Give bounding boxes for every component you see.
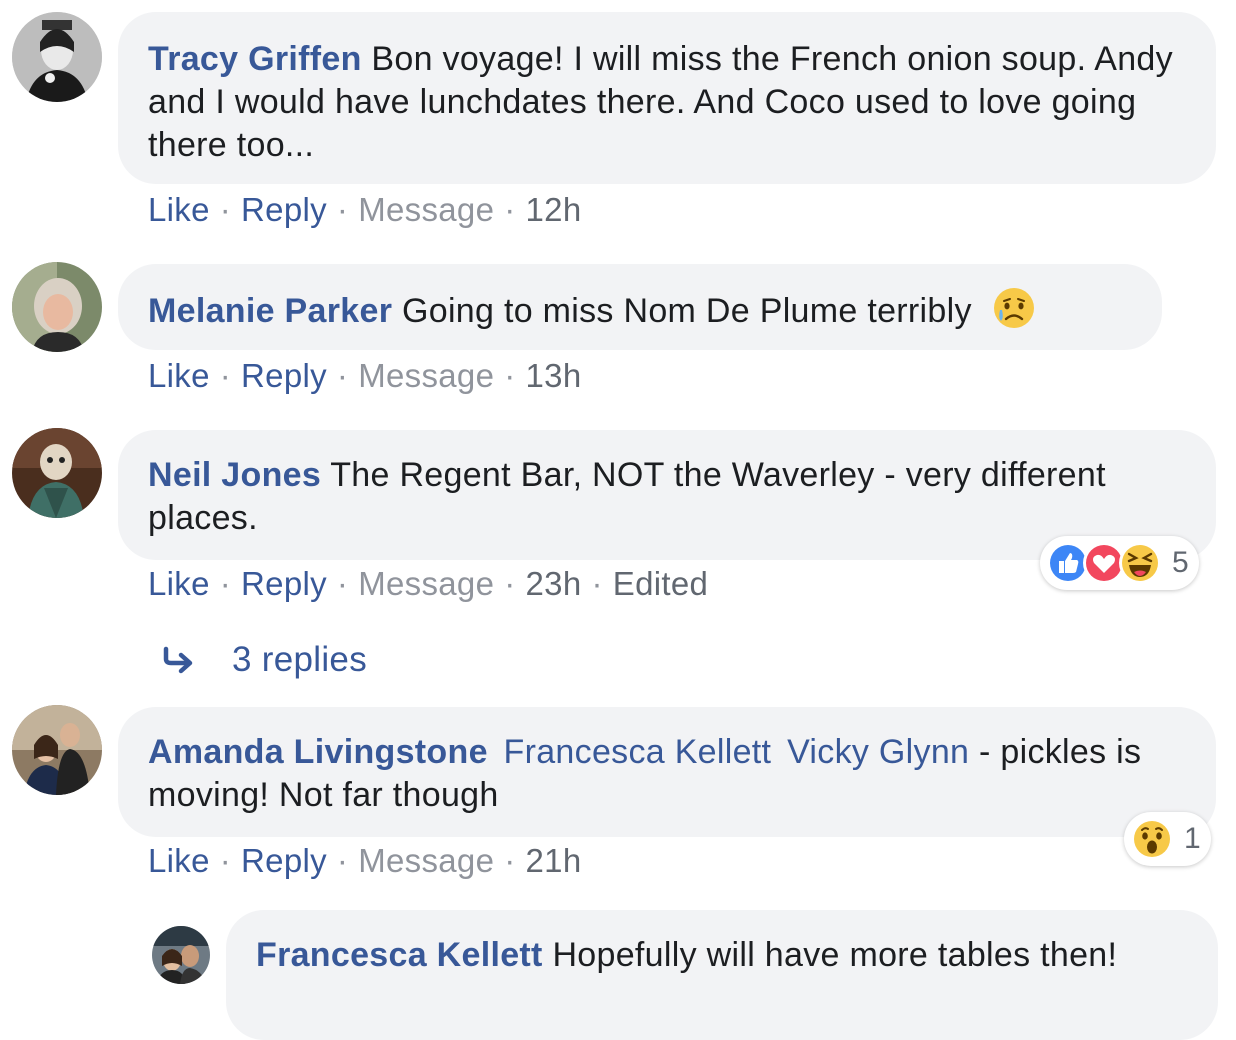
haha-icon: [1119, 542, 1161, 584]
comment-author[interactable]: Francesca Kellett: [256, 936, 543, 974]
edited-label[interactable]: Edited: [613, 565, 708, 602]
mention-link[interactable]: Francesca Kellett: [504, 733, 772, 771]
avatar[interactable]: [12, 705, 102, 795]
separator: ·: [504, 565, 516, 602]
separator: ·: [591, 565, 603, 602]
comment-author[interactable]: Tracy Griffen: [148, 40, 362, 78]
separator: ·: [219, 191, 232, 228]
message-link[interactable]: Message: [358, 565, 494, 602]
separator: ·: [336, 357, 349, 394]
comment-actions: Like · Reply · Message · 23h · Edited: [148, 564, 708, 604]
reply-link[interactable]: Reply: [241, 357, 327, 394]
like-link[interactable]: Like: [148, 842, 210, 879]
message-link[interactable]: Message: [358, 357, 494, 394]
comment-actions: Like · Reply · Message · 13h: [148, 356, 582, 396]
reactions-summary[interactable]: 5: [1040, 536, 1199, 590]
separator: ·: [336, 191, 349, 228]
comment-bubble: Melanie Parker Going to miss Nom De Plum…: [118, 264, 1162, 350]
like-link[interactable]: Like: [148, 565, 210, 602]
avatar[interactable]: [152, 926, 210, 984]
like-link[interactable]: Like: [148, 191, 210, 228]
comment-author[interactable]: Amanda Livingstone: [148, 733, 488, 771]
comment-actions: Like · Reply · Message · 12h: [148, 190, 582, 230]
message-link[interactable]: Message: [358, 191, 494, 228]
comment-text: Going to miss Nom De Plume terribly: [401, 292, 972, 330]
comment-actions: Like · Reply · Message · 21h: [148, 841, 582, 881]
comment-author[interactable]: Neil Jones: [148, 456, 321, 494]
message-link[interactable]: Message: [358, 842, 494, 879]
avatar[interactable]: [12, 428, 102, 518]
reply-arrow-icon: [163, 646, 193, 674]
reply-link[interactable]: Reply: [241, 842, 327, 879]
sad-tear-emoji-icon: [992, 286, 1036, 330]
separator: ·: [504, 357, 516, 394]
comment-text-prefix: -: [969, 733, 991, 771]
reply-link[interactable]: Reply: [241, 565, 327, 602]
reaction-count: 5: [1172, 546, 1189, 579]
replies-count-label[interactable]: 3 replies: [232, 640, 367, 680]
separator: ·: [219, 842, 232, 879]
timestamp[interactable]: 13h: [526, 357, 582, 394]
view-replies-link[interactable]: 3 replies: [162, 640, 367, 680]
timestamp[interactable]: 23h: [526, 565, 582, 602]
reaction-count: 1: [1184, 822, 1201, 855]
reply-bubble: Francesca Kellett Hopefully will have mo…: [226, 910, 1218, 1040]
reply-link[interactable]: Reply: [241, 191, 327, 228]
comment-author[interactable]: Melanie Parker: [148, 292, 392, 330]
avatar[interactable]: [12, 12, 102, 102]
timestamp[interactable]: 21h: [526, 842, 582, 879]
separator: ·: [219, 357, 232, 394]
comment-text: Hopefully will have more tables then!: [552, 936, 1118, 974]
separator: ·: [504, 191, 516, 228]
separator: ·: [336, 565, 349, 602]
reactions-summary[interactable]: 1: [1124, 812, 1211, 866]
avatar[interactable]: [12, 262, 102, 352]
mention-link[interactable]: Vicky Glynn: [787, 733, 969, 771]
separator: ·: [219, 565, 232, 602]
like-link[interactable]: Like: [148, 357, 210, 394]
separator: ·: [504, 842, 516, 879]
comment-bubble: Amanda Livingstone Francesca Kellett Vic…: [118, 707, 1216, 837]
separator: ·: [336, 842, 349, 879]
comment-bubble: Tracy Griffen Bon voyage! I will miss th…: [118, 12, 1216, 184]
timestamp[interactable]: 12h: [526, 191, 582, 228]
wow-icon: [1131, 818, 1173, 860]
